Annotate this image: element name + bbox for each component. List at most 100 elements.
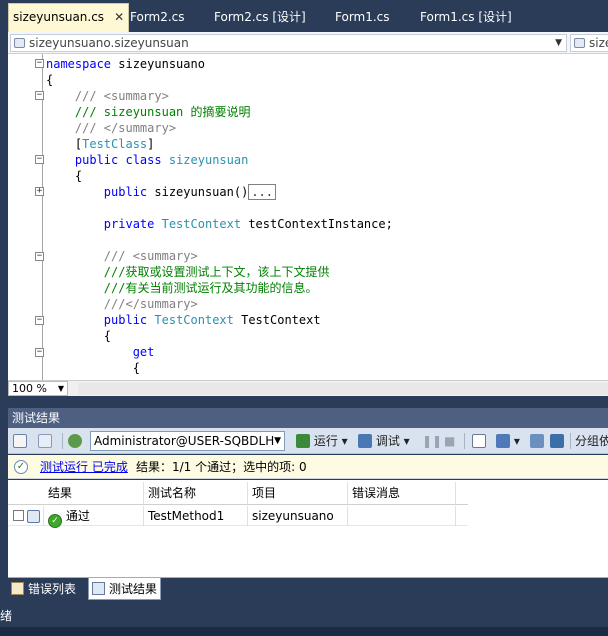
toolbar-separator <box>570 433 571 449</box>
tree-view-button[interactable] <box>38 432 52 450</box>
code-line: public sizeyunsuan()... <box>46 184 276 200</box>
tab-form2-cs[interactable]: Form2.cs <box>126 4 189 30</box>
chevron-down-icon: ▼ <box>555 38 562 48</box>
tab-label: Form2.cs [设计] <box>214 10 306 24</box>
test-results-grid: 结果 测试名称 项目 错误消息 ✓ 通过 TestMethod1 sizeyun… <box>8 480 608 578</box>
tree-icon <box>38 434 52 448</box>
group-by-label: 分组依 <box>575 432 608 450</box>
test-results-icon <box>92 582 105 595</box>
error-list-icon <box>11 582 24 595</box>
export-icon <box>530 434 544 448</box>
tab-form2-design[interactable]: Form2.cs [设计] <box>210 4 310 30</box>
tab-test-results[interactable]: 测试结果 <box>88 578 162 600</box>
column-header-result[interactable]: 结果 <box>44 482 144 504</box>
tab-label: sizeyunsuan.cs <box>13 10 105 24</box>
stop-icon: ■ <box>444 434 456 448</box>
user-icon <box>68 434 82 448</box>
code-line: /// <summary> <box>103 249 198 263</box>
collapse-icon[interactable]: − <box>35 91 44 100</box>
stop-button[interactable]: ■ <box>444 432 455 450</box>
filter-icon <box>550 434 564 448</box>
table-row[interactable]: ✓ 通过 TestMethod1 sizeyunsuano <box>8 506 468 528</box>
code-line: public class sizeyunsuan <box>74 153 249 167</box>
tab-error-list[interactable]: 错误列表 <box>8 578 79 600</box>
type-dropdown[interactable]: sizeyunsuano.sizeyunsuan ▼ <box>10 34 567 52</box>
tab-label: Form1.cs <box>335 10 390 24</box>
column-header-error[interactable]: 错误消息 <box>348 482 456 504</box>
status-bar: 绪 <box>0 605 608 627</box>
code-line: public TestContext TestContext <box>103 313 321 327</box>
run-button[interactable]: 运行 ▾ <box>296 432 348 450</box>
pause-icon: ❚❚ <box>422 434 443 448</box>
collapse-icon[interactable]: − <box>35 59 44 68</box>
horizontal-scrollbar[interactable] <box>78 383 608 395</box>
member-dropdown[interactable]: size <box>570 34 608 52</box>
list-view-button[interactable] <box>13 432 27 450</box>
collapse-icon[interactable]: − <box>35 155 44 164</box>
project-cell: sizeyunsuano <box>248 506 348 526</box>
tab-form1-design[interactable]: Form1.cs [设计] <box>416 4 516 30</box>
status-text: 绪 <box>0 609 13 623</box>
tool-window-tabs: 错误列表 测试结果 <box>8 578 608 602</box>
publish-button[interactable]: ▾ <box>496 432 520 450</box>
code-editor[interactable]: − − − + − − − namespace sizeyunsuano { /… <box>8 54 608 380</box>
publish-icon <box>496 434 510 448</box>
zoom-dropdown[interactable]: 100 % ▼ <box>8 381 68 396</box>
test-name-cell: TestMethod1 <box>144 506 248 526</box>
test-results-toolbar: Administrator@USER-SQBDLH ▼ 运行 ▾ 调试 ▾ ❚❚… <box>8 428 608 454</box>
tab-label: Form2.cs <box>130 10 185 24</box>
run-label: 运行 <box>313 434 338 448</box>
run-icon <box>296 434 310 448</box>
test-type-icon-cell <box>26 506 44 526</box>
run-config-dropdown[interactable]: Administrator@USER-SQBDLH ▼ <box>90 431 285 451</box>
window-left-strip <box>0 32 8 602</box>
debug-button[interactable]: 调试 ▾ <box>358 432 410 450</box>
tab-label: 错误列表 <box>28 582 77 596</box>
code-line: { <box>46 73 54 87</box>
code-line: namespace sizeyunsuano <box>46 57 205 71</box>
tab-sizeyunsuan-cs[interactable]: sizeyunsuan.cs ✕ <box>8 3 130 32</box>
tab-form1-cs[interactable]: Form1.cs <box>331 4 394 30</box>
run-status-row: ✓ 测试运行 已完成 结果：1/1 个通过；选中的项: 0 <box>8 455 608 479</box>
run-config-value: Administrator@USER-SQBDLH <box>94 434 275 448</box>
pass-icon: ✓ <box>48 514 62 528</box>
result-text: 通过 <box>65 509 90 523</box>
code-line: /// <summary> <box>74 89 169 103</box>
code-line: ///</summary> <box>103 297 198 311</box>
code-line: ///有关当前测试运行及其功能的信息。 <box>103 281 318 295</box>
close-icon[interactable]: ✕ <box>114 10 124 24</box>
column-header-test-name[interactable]: 测试名称 <box>144 482 248 504</box>
outline-gutter <box>42 54 43 380</box>
export-button[interactable] <box>530 432 544 450</box>
code-line: private TestContext testContextInstance; <box>103 217 393 231</box>
toolbar-separator <box>464 433 465 449</box>
panel-title-text: 测试结果 <box>12 411 61 425</box>
class-icon <box>14 38 25 48</box>
group-by-text: 分组依 <box>575 434 608 448</box>
toolbar-separator <box>62 433 63 449</box>
row-checkbox[interactable] <box>13 510 24 521</box>
code-line: ///获取或设置测试上下文，该上下文提供 <box>103 265 330 279</box>
zoom-value: 100 % <box>12 382 47 395</box>
pause-button[interactable]: ❚❚ <box>422 432 442 450</box>
collapse-icon[interactable]: − <box>35 252 44 261</box>
run-completed-link[interactable]: 测试运行 已完成 <box>40 455 128 479</box>
code-line: [TestClass] <box>46 137 155 151</box>
collapse-icon[interactable]: − <box>35 348 44 357</box>
expand-icon[interactable]: + <box>35 187 44 196</box>
code-line: { <box>46 329 112 343</box>
filter-button[interactable] <box>550 432 564 450</box>
editor-zoom-bar: 100 % ▼ <box>8 380 608 396</box>
user-icon-button[interactable] <box>68 432 82 450</box>
document-icon <box>472 434 486 448</box>
debug-icon <box>358 434 372 448</box>
code-line: /// </summary> <box>74 121 177 135</box>
result-cell: ✓ 通过 <box>44 506 144 528</box>
column-header-project[interactable]: 项目 <box>248 482 348 504</box>
debug-label: 调试 <box>375 434 400 448</box>
import-results-button[interactable] <box>472 432 486 450</box>
test-icon <box>27 510 40 523</box>
collapse-icon[interactable]: − <box>35 316 44 325</box>
document-tab-bar: sizeyunsuan.cs ✕ Form2.cs Form2.cs [设计] F… <box>0 0 608 32</box>
result-summary: 结果：1/1 个通过；选中的项: 0 <box>136 460 307 474</box>
